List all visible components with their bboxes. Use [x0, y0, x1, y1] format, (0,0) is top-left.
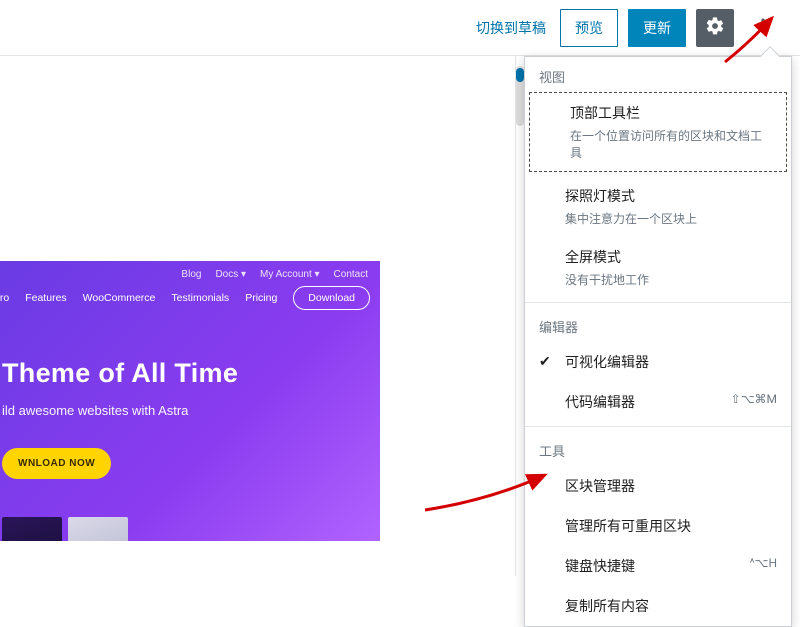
menu-item-visual-editor[interactable]: ✔ 可视化编辑器: [525, 342, 791, 382]
menu-item-label: 顶部工具栏: [570, 106, 640, 122]
theme-headline: Theme of All Time: [0, 310, 380, 389]
menu-divider: [525, 302, 791, 303]
menu-divider: [525, 426, 791, 427]
theme-download-button: Download: [293, 286, 370, 310]
nav-link: Blog: [181, 269, 201, 280]
menu-item-block-manager[interactable]: 区块管理器: [525, 466, 791, 506]
menu-item-top-toolbar[interactable]: 顶部工具栏 在一个位置访问所有的区块和文档工具: [529, 92, 787, 172]
update-button[interactable]: 更新: [628, 9, 686, 47]
nav-link: Contact: [334, 269, 368, 280]
menu-item-desc: 集中注意力在一个区块上: [565, 210, 775, 227]
menu-item-desc: 在一个位置访问所有的区块和文档工具: [570, 127, 770, 161]
menu-item-label: 管理所有可重用区块: [565, 519, 691, 535]
menu-item-desc: 没有干扰地工作: [565, 271, 775, 288]
theme-primary-nav: Pro Features WooCommerce Testimonials Pr…: [0, 282, 380, 310]
menu-item-label: 代码编辑器: [565, 395, 635, 411]
hero-image-block[interactable]: Blog Docs ▾ My Account ▾ Contact Pro Fea…: [0, 261, 380, 541]
menu-section-editor-label: 编辑器: [525, 307, 791, 342]
menu-item-label: 可视化编辑器: [565, 355, 649, 371]
menu-section-view-label: 视图: [525, 57, 791, 92]
nav-link: My Account ▾: [260, 269, 320, 280]
menu-item-label: 键盘快捷键: [565, 559, 635, 575]
menu-item-copy-all-content[interactable]: 复制所有内容: [525, 586, 791, 626]
preview-button[interactable]: 预览: [560, 9, 618, 47]
menu-item-label: 探照灯模式: [565, 189, 635, 205]
editor-top-toolbar: 切换到草稿 预览 更新: [0, 0, 800, 56]
more-options-button[interactable]: [744, 9, 782, 47]
keyboard-shortcut: ^⌥H: [750, 556, 777, 570]
menu-item-label: 复制所有内容: [565, 599, 649, 615]
menu-item-label: 全屏模式: [565, 250, 621, 266]
check-icon: ✔: [539, 354, 551, 370]
menu-item-manage-reusable-blocks[interactable]: 管理所有可重用区块: [525, 506, 791, 546]
nav-link: WooCommerce: [83, 292, 156, 304]
editor-canvas: Blog Docs ▾ My Account ▾ Contact Pro Fea…: [0, 56, 515, 576]
nav-link: Docs ▾: [215, 269, 246, 280]
theme-thumb: [68, 517, 128, 541]
menu-item-label: 区块管理器: [565, 479, 635, 495]
theme-thumb: [2, 517, 62, 541]
theme-subhead: ild awesome websites with Astra: [0, 389, 380, 418]
kebab-menu-icon: [753, 16, 773, 40]
menu-item-code-editor[interactable]: 代码编辑器 ⇧⌥⌘M: [525, 382, 791, 422]
menu-section-tools-label: 工具: [525, 431, 791, 466]
menu-item-fullscreen[interactable]: 全屏模式 没有干扰地工作: [525, 237, 791, 298]
settings-button[interactable]: [696, 9, 734, 47]
menu-item-keyboard-shortcuts[interactable]: 键盘快捷键 ^⌥H: [525, 546, 791, 586]
sidebar-scroll-thumb[interactable]: [516, 68, 524, 82]
switch-to-draft-link[interactable]: 切换到草稿: [472, 12, 550, 44]
gear-icon: [705, 16, 725, 40]
nav-link: Testimonials: [171, 292, 229, 304]
nav-link: Features: [25, 292, 66, 304]
nav-link: Pricing: [245, 292, 277, 304]
keyboard-shortcut: ⇧⌥⌘M: [731, 392, 777, 406]
menu-item-spotlight[interactable]: 探照灯模式 集中注意力在一个区块上: [525, 176, 791, 237]
theme-cta-button: WNLOAD NOW: [2, 448, 111, 479]
options-dropdown: 视图 顶部工具栏 在一个位置访问所有的区块和文档工具 探照灯模式 集中注意力在一…: [524, 56, 792, 627]
nav-link: Pro: [0, 292, 9, 304]
theme-top-nav: Blog Docs ▾ My Account ▾ Contact: [0, 261, 380, 282]
theme-thumbnails: [0, 517, 380, 541]
